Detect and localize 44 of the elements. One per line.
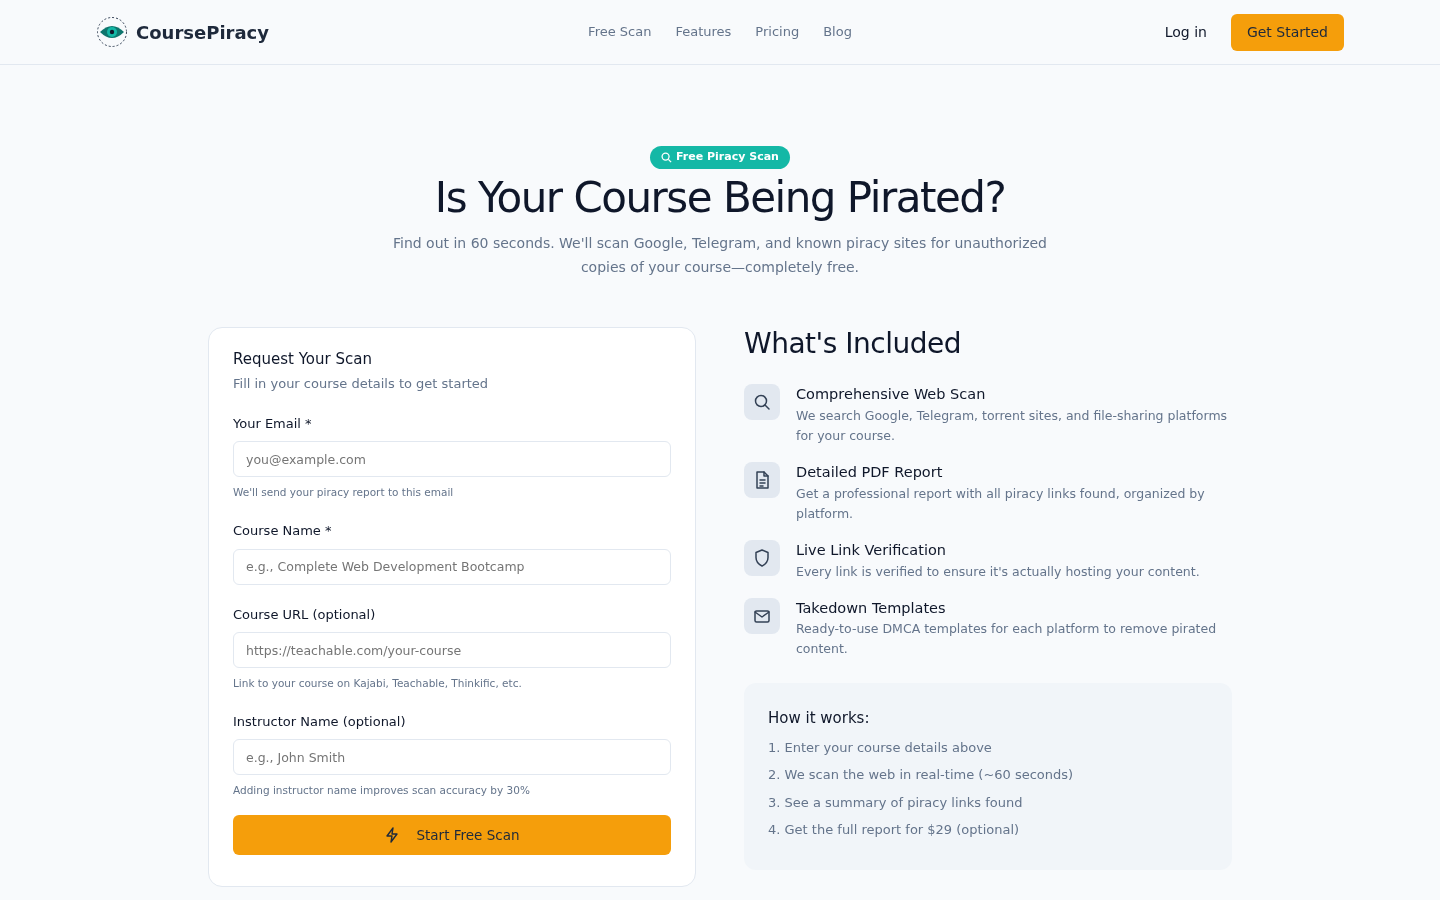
input-field[interactable]: e.g., Complete Web Development Bootcamp (233, 548, 671, 585)
field-label: Your Email * (233, 414, 313, 433)
hero-title: Is Your Course Being Pirated? (434, 172, 1006, 223)
field-label: Course URL (optional) (233, 605, 377, 624)
input-field[interactable]: you@example.com (233, 441, 671, 478)
feature-text: Every link is verified to ensure it's actually hosting your content. (796, 562, 1200, 581)
field-hint: Adding instructor name improves scan accuracy by 30% (233, 783, 531, 799)
feature-text: We search Google, Telegram, torrent sites, and file-sharing platforms for your course. (796, 407, 1229, 446)
hero-subtitle: Find out in 60 seconds. We'll scan Google, Telegram, and known piracy sites for unauthorized copies of your course—completely free. (391, 233, 1048, 277)
step-text: 4. Get the full report for $29 (optional) (768, 821, 1021, 840)
free-scan-badge: Free Piracy Scan (650, 146, 790, 169)
field-hint: We'll send your piracy report to this email (233, 485, 455, 501)
feature-text: Ready-to-use DMCA templates for each platform to remove pirated content. (796, 620, 1218, 659)
mail-icon (744, 597, 780, 634)
field-label: Instructor Name (optional) (233, 712, 407, 731)
step-text: 1. Enter your course details above (768, 739, 993, 757)
how-title: How it works: (768, 708, 871, 730)
feature-text: Get a professional report with all piracy links found, organized by platform. (796, 485, 1206, 523)
nav-link-item[interactable]: Blog (823, 22, 852, 42)
feature-title: Comprehensive Web Scan (796, 385, 987, 405)
form-subtitle: Fill in your course details to get started (233, 375, 490, 394)
start-scan-button[interactable]: Start Free Scan (233, 815, 671, 856)
document-icon (744, 462, 780, 499)
nav-link-item[interactable]: Features (675, 22, 732, 42)
step-text: 3. See a summary of piracy links found (768, 794, 1024, 812)
get-started-button[interactable]: Get Started (1230, 13, 1344, 51)
nav-link-item[interactable]: Free Scan (588, 22, 652, 42)
nav-link-item[interactable]: Pricing (755, 22, 800, 42)
included-title: What's Included (744, 326, 962, 361)
field-label: Course Name * (233, 522, 333, 541)
feature-title: Takedown Templates (796, 598, 947, 618)
login-link[interactable]: Log in (1164, 21, 1207, 43)
search-icon (744, 384, 780, 421)
input-field[interactable]: e.g., John Smith (233, 739, 671, 776)
input-field[interactable]: https://teachable.com/your-course (233, 632, 671, 669)
search-icon (661, 151, 673, 163)
feature-title: Detailed PDF Report (796, 463, 944, 483)
step-text: 2. We scan the web in real-time (~60 seconds) (768, 766, 1075, 785)
feature-title: Live Link Verification (796, 541, 947, 560)
form-title: Request Your Scan (233, 348, 373, 370)
shield-icon (744, 540, 780, 576)
brand-name[interactable]: CoursePiracy (136, 18, 269, 46)
field-hint: Link to your course on Kajabi, Teachable, Thinkific, etc. (233, 676, 523, 692)
logo-icon (96, 16, 128, 48)
